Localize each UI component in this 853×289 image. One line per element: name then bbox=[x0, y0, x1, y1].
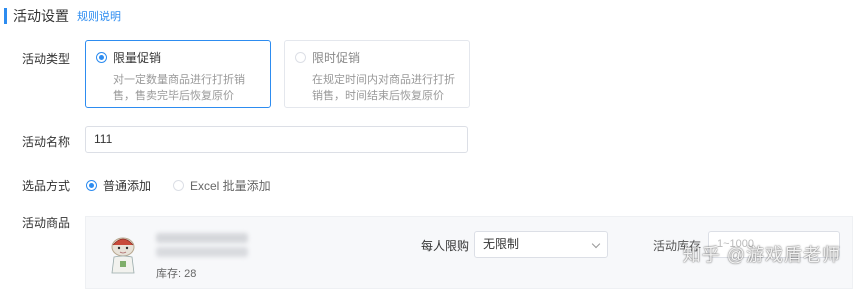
chevron-down-icon bbox=[591, 239, 601, 249]
type-card-desc: 在规定时间内对商品进行打折销售，时间结束后恢复原价 bbox=[312, 74, 455, 102]
type-card-title: 限量促销 bbox=[113, 51, 162, 65]
activity-name-label: 活动名称 bbox=[22, 135, 71, 149]
selection-option-label: Excel 批量添加 bbox=[190, 179, 271, 193]
product-name-blurred bbox=[156, 247, 248, 257]
selection-method-label: 选品方式 bbox=[22, 179, 71, 193]
section-title: 活动设置 bbox=[13, 8, 69, 24]
type-card-desc: 对一定数量商品进行打折销售，售卖完毕后恢复原价 bbox=[113, 74, 245, 102]
radio-selected-icon[interactable] bbox=[96, 52, 107, 63]
radio-unselected-icon[interactable] bbox=[173, 180, 184, 191]
type-card-limited-time[interactable]: 限时促销 在规定时间内对商品进行打折销售，时间结束后恢复原价 bbox=[284, 40, 470, 108]
radio-selected-icon[interactable] bbox=[86, 180, 97, 191]
product-stock: 库存: 28 bbox=[156, 268, 197, 280]
activity-goods-label: 活动商品 bbox=[22, 216, 71, 230]
selection-option-label: 普通添加 bbox=[103, 179, 152, 193]
selection-option-excel[interactable]: Excel 批量添加 bbox=[173, 177, 271, 194]
activity-name-input[interactable]: 111 bbox=[85, 126, 468, 153]
per-person-limit-value: 无限制 bbox=[483, 237, 520, 251]
rules-link[interactable]: 规则说明 bbox=[77, 8, 121, 24]
per-person-limit-select[interactable]: 无限制 bbox=[474, 231, 608, 258]
type-card-limited-quantity[interactable]: 限量促销 对一定数量商品进行打折销售，售卖完毕后恢复原价 bbox=[85, 40, 271, 108]
section-accent-bar bbox=[4, 8, 7, 24]
type-card-title: 限时促销 bbox=[312, 51, 361, 65]
activity-type-label: 活动类型 bbox=[22, 52, 71, 66]
product-name-blurred bbox=[156, 233, 248, 243]
watermark: 知乎 @游戏盾老师 bbox=[682, 245, 841, 265]
section-header: 活动设置 规则说明 bbox=[0, 6, 121, 26]
product-thumbnail-icon bbox=[111, 237, 135, 274]
selection-option-normal[interactable]: 普通添加 bbox=[86, 177, 151, 194]
per-person-limit-label: 每人限购 bbox=[421, 239, 470, 253]
radio-unselected-icon[interactable] bbox=[295, 52, 306, 63]
